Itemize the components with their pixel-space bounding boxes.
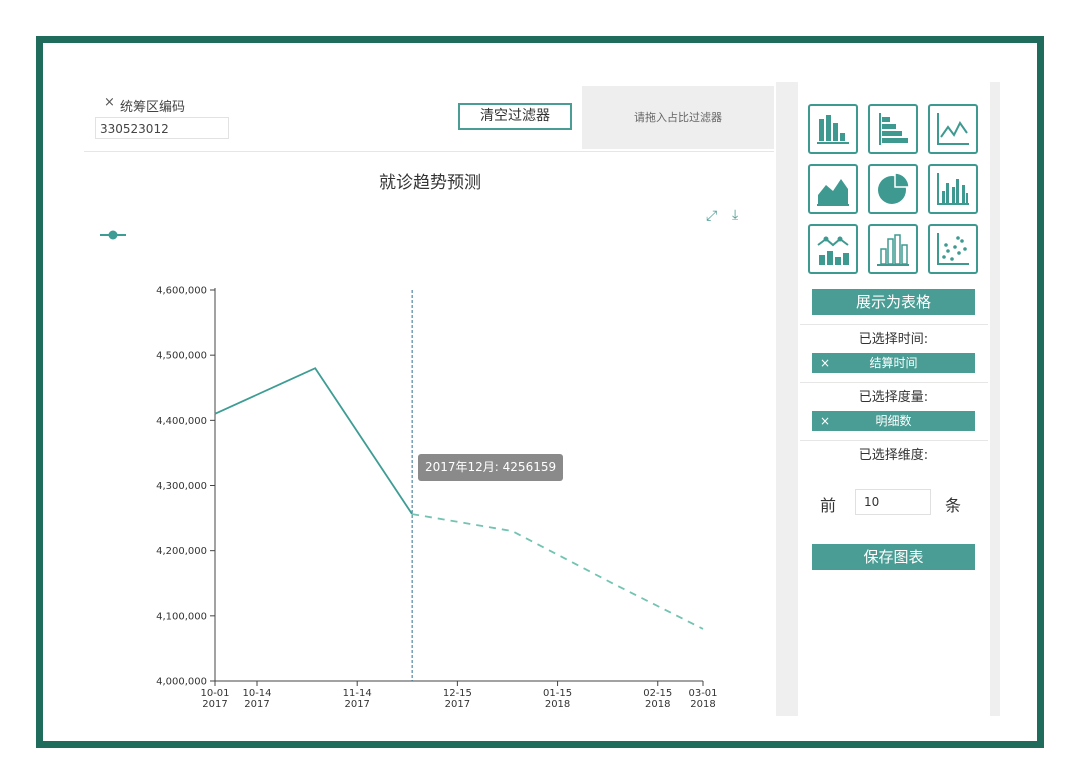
grouped-bar-chart-icon[interactable] <box>928 164 978 214</box>
x-tick-label: 03-01 <box>688 688 717 699</box>
selected-time-label: 已选择时间: <box>858 332 929 347</box>
topn-input[interactable]: 10 <box>855 489 931 515</box>
actual-series-line <box>214 367 413 515</box>
y-tick-label: 4,200,000 <box>156 546 207 557</box>
divider <box>800 324 988 325</box>
topn-prefix: 前 <box>820 496 837 515</box>
scatter-chart-icon[interactable] <box>928 224 978 274</box>
y-tick-label: 4,100,000 <box>156 611 207 622</box>
x-tick-label: 2017 <box>445 699 470 710</box>
x-tick-label: 2018 <box>545 699 570 710</box>
selected-dimension-label: 已选择维度: <box>858 448 929 463</box>
y-tick-label: 4,500,000 <box>156 351 207 362</box>
measure-chip-label: 明细数 <box>875 414 912 428</box>
x-tick-label: 12-15 <box>443 688 472 699</box>
histogram-icon[interactable] <box>868 224 918 274</box>
divider <box>800 440 988 441</box>
x-tick-label: 02-15 <box>643 688 672 699</box>
x-tick-label: 11-14 <box>343 688 372 699</box>
y-tick-label: 4,400,000 <box>156 416 207 427</box>
time-chip[interactable]: 结算时间 × <box>812 353 975 373</box>
horizontal-bar-chart-icon[interactable] <box>868 104 918 154</box>
time-chip-label: 结算时间 <box>869 356 918 370</box>
panel-edge <box>990 82 1000 716</box>
bar-chart-icon[interactable] <box>808 104 858 154</box>
close-icon[interactable]: × <box>820 411 830 431</box>
line-bar-combo-icon[interactable] <box>808 224 858 274</box>
x-tick-label: 10-01 <box>200 688 229 699</box>
line-chart-icon[interactable] <box>928 104 978 154</box>
y-tick-label: 4,000,000 <box>156 677 207 688</box>
forecast-series-line <box>411 513 704 630</box>
divider <box>800 382 988 383</box>
line-chart: 4,600,000 4,500,000 4,400,000 4,300,000 4,20… <box>156 286 717 711</box>
x-tick-label: 2017 <box>202 699 227 710</box>
topn-suffix: 条 <box>945 496 962 515</box>
x-tick-label: 2018 <box>645 699 670 710</box>
selected-measure-label: 已选择度量: <box>858 390 929 405</box>
chart-tooltip: 2017年12月: 4256159 <box>418 454 564 481</box>
show-as-table-button[interactable]: 展示为表格 <box>812 289 975 315</box>
area-chart-icon[interactable] <box>808 164 858 214</box>
close-icon[interactable]: × <box>820 353 830 373</box>
y-tick-label: 4,600,000 <box>156 286 207 297</box>
x-tick-label: 2017 <box>344 699 369 710</box>
x-tick-label: 10-14 <box>242 688 271 699</box>
x-tick-label: 2018 <box>690 699 715 710</box>
panel-separator <box>776 82 798 716</box>
save-chart-button[interactable]: 保存图表 <box>812 544 975 570</box>
measure-chip[interactable]: 明细数 × <box>812 411 975 431</box>
x-tick-label: 2017 <box>244 699 269 710</box>
pie-chart-icon[interactable] <box>868 164 918 214</box>
x-tick-label: 01-15 <box>543 688 572 699</box>
y-tick-label: 4,300,000 <box>156 481 207 492</box>
